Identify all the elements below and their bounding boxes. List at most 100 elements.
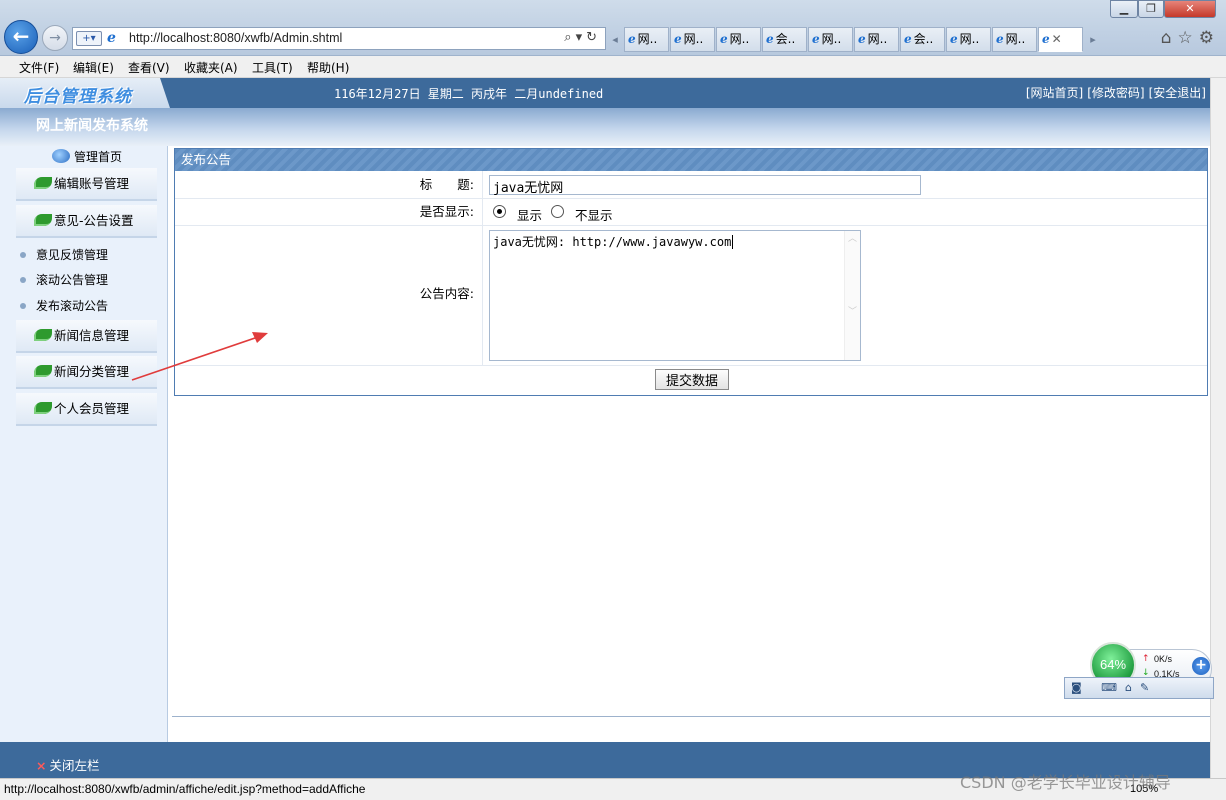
- bullet-icon: [20, 277, 26, 283]
- search-refresh-icons[interactable]: ⌕▾↻: [564, 30, 601, 45]
- logo: 后台管理系统: [24, 87, 132, 107]
- close-tab-icon[interactable]: ✕: [1052, 32, 1062, 46]
- tab-9[interactable]: e 网..: [992, 27, 1037, 52]
- content-textarea[interactable]: java无忧网: http://www.javawyw.com ︿ ﹀: [489, 230, 861, 361]
- menu-tools[interactable]: 工具(T): [252, 59, 293, 76]
- tab-1[interactable]: e 网..: [624, 27, 669, 52]
- menu-edit[interactable]: 编辑(E): [73, 59, 114, 76]
- window-controls: ▁ ❐ ✕: [1110, 0, 1220, 18]
- tab-3[interactable]: e 网..: [716, 27, 761, 52]
- ie-tab-icon: e: [674, 32, 682, 46]
- display-show-label[interactable]: 显示: [517, 205, 542, 224]
- close-window-icon[interactable]: ✕: [1164, 0, 1216, 18]
- sidebar-item-members[interactable]: 个人会员管理: [16, 393, 157, 426]
- upload-arrow-icon: ↑: [1142, 654, 1150, 664]
- display-show-radio[interactable]: [493, 205, 506, 218]
- upload-speed: 0K/s: [1154, 654, 1173, 664]
- change-password-link[interactable]: [修改密码]: [1087, 86, 1144, 100]
- leaf-icon: [34, 402, 52, 414]
- ie-tab-icon: e: [720, 32, 728, 46]
- site-home-link[interactable]: [网站首页]: [1026, 86, 1083, 100]
- tab-7[interactable]: e 会..: [900, 27, 945, 52]
- bullet-icon: [20, 303, 26, 309]
- display-label: 是否显示:: [175, 199, 483, 225]
- menu-file[interactable]: 文件(F): [19, 59, 59, 76]
- menu-view[interactable]: 查看(V): [128, 59, 170, 76]
- annotation-arrow-icon: [131, 332, 268, 381]
- tab-5[interactable]: e 网..: [808, 27, 853, 52]
- address-url[interactable]: http://localhost:8080/xwfb/Admin.shtml: [129, 31, 342, 45]
- subheader: 网上新闻发布系统: [0, 108, 1210, 146]
- leaf-icon: [34, 177, 52, 189]
- display-hide-radio[interactable]: [551, 205, 564, 218]
- title-row: 标 题: java无忧网: [175, 171, 1207, 199]
- address-bar[interactable]: +▾ e http://localhost:8080/xwfb/Admin.sh…: [72, 27, 606, 50]
- ie-tab-icon: e: [996, 32, 1004, 46]
- leaf-icon: [34, 214, 52, 226]
- forward-button[interactable]: →: [42, 25, 68, 51]
- tab-2[interactable]: e 网..: [670, 27, 715, 52]
- sidebar-sub-scroll-notice[interactable]: 滚动公告管理: [20, 271, 108, 288]
- ie-tab-icon: e: [950, 32, 958, 46]
- ie-tab-icon: e: [858, 32, 866, 46]
- back-arrow-icon: ←: [12, 24, 30, 48]
- leaf-icon: [34, 365, 52, 377]
- submit-button[interactable]: 提交数据: [655, 369, 729, 390]
- browser-titlebar: ← → +▾ e http://localhost:8080/xwfb/Admi…: [0, 0, 1226, 56]
- sidebar-item-account[interactable]: 编辑账号管理: [16, 168, 157, 201]
- system-title: 网上新闻发布系统: [36, 118, 148, 134]
- textarea-scrollbar[interactable]: ︿ ﹀: [844, 231, 860, 360]
- menu-bar: 文件(F) 编辑(E) 查看(V) 收藏夹(A) 工具(T) 帮助(H): [0, 56, 1226, 78]
- sidebar-sub-publish-notice[interactable]: 发布滚动公告: [20, 297, 108, 314]
- content-frame: 发布公告 标 题: java无忧网 是否显示: 显示 不显示 公告内容: jav…: [172, 146, 1210, 742]
- ie-page-icon: e: [107, 30, 116, 46]
- back-button[interactable]: ←: [4, 20, 38, 54]
- page: 后台管理系统 116年12月27日 星期二 丙戌年 二月undefined [网…: [0, 78, 1226, 778]
- tab-6[interactable]: e 网..: [854, 27, 899, 52]
- close-left-button[interactable]: × 关闭左栏: [36, 755, 100, 774]
- maximize-icon[interactable]: ❐: [1138, 0, 1164, 18]
- ime-toolbar[interactable]: ◙ ⌨⌂✎: [1064, 677, 1214, 699]
- publish-notice-form: 发布公告 标 题: java无忧网 是否显示: 显示 不显示 公告内容: jav…: [174, 148, 1208, 396]
- title-label: 标 题:: [175, 171, 483, 198]
- tab-scroll-left-icon[interactable]: ◂: [608, 27, 622, 52]
- plus-icon[interactable]: +: [1192, 657, 1210, 675]
- admin-home-link[interactable]: 管理首页: [52, 148, 122, 165]
- text-cursor: [732, 235, 734, 249]
- ie-tab-icon: e: [766, 32, 774, 46]
- display-hide-label[interactable]: 不显示: [575, 205, 613, 224]
- home-favorites-gear-icons[interactable]: ⌂☆⚙: [1161, 28, 1220, 48]
- watermark: CSDN @老学长毕业设计辅导: [960, 773, 1171, 792]
- sidebar-item-feedback-notice[interactable]: 意见-公告设置: [16, 205, 157, 238]
- tab-8[interactable]: e 网..: [946, 27, 991, 52]
- tab-active[interactable]: e ✕: [1038, 27, 1083, 52]
- compat-view-icon[interactable]: +▾: [76, 31, 102, 46]
- tab-scroll-right-icon[interactable]: ▸: [1086, 27, 1100, 52]
- submit-row: 提交数据: [175, 366, 1207, 394]
- menu-favorites[interactable]: 收藏夹(A): [184, 59, 238, 76]
- logout-link[interactable]: [安全退出]: [1149, 86, 1206, 100]
- content-text: java无忧网: http://www.javawyw.com: [493, 235, 732, 249]
- content-row: 公告内容: java无忧网: http://www.javawyw.com ︿ ﹀: [175, 226, 1207, 366]
- admin-header: 后台管理系统 116年12月27日 星期二 丙戌年 二月undefined [网…: [0, 78, 1210, 108]
- close-icon: ×: [36, 758, 47, 773]
- ie-tab-icon: e: [1042, 32, 1050, 46]
- header-links: [网站首页] [修改密码] [安全退出]: [1022, 84, 1206, 101]
- content-divider: [172, 716, 1210, 717]
- forward-arrow-icon: →: [49, 30, 61, 46]
- ie-tab-icon: e: [812, 32, 820, 46]
- ie-tab-icon: e: [904, 32, 912, 46]
- minimize-icon[interactable]: ▁: [1110, 0, 1138, 18]
- leaf-icon: [34, 329, 52, 341]
- bullet-icon: [20, 252, 26, 258]
- display-row: 是否显示: 显示 不显示: [175, 199, 1207, 226]
- sidebar: 管理首页 编辑账号管理 意见-公告设置 意见反馈管理 滚动公告管理 发布滚动公告…: [0, 146, 168, 742]
- menu-help[interactable]: 帮助(H): [307, 59, 349, 76]
- form-header: 发布公告: [175, 149, 1207, 171]
- globe-icon: [52, 149, 70, 163]
- sidebar-sub-feedback[interactable]: 意见反馈管理: [20, 246, 108, 263]
- header-date: 116年12月27日 星期二 丙戌年 二月undefined: [334, 87, 604, 101]
- title-input[interactable]: java无忧网: [489, 175, 921, 196]
- tab-4[interactable]: e 会..: [762, 27, 807, 52]
- ie-tab-icon: e: [628, 32, 636, 46]
